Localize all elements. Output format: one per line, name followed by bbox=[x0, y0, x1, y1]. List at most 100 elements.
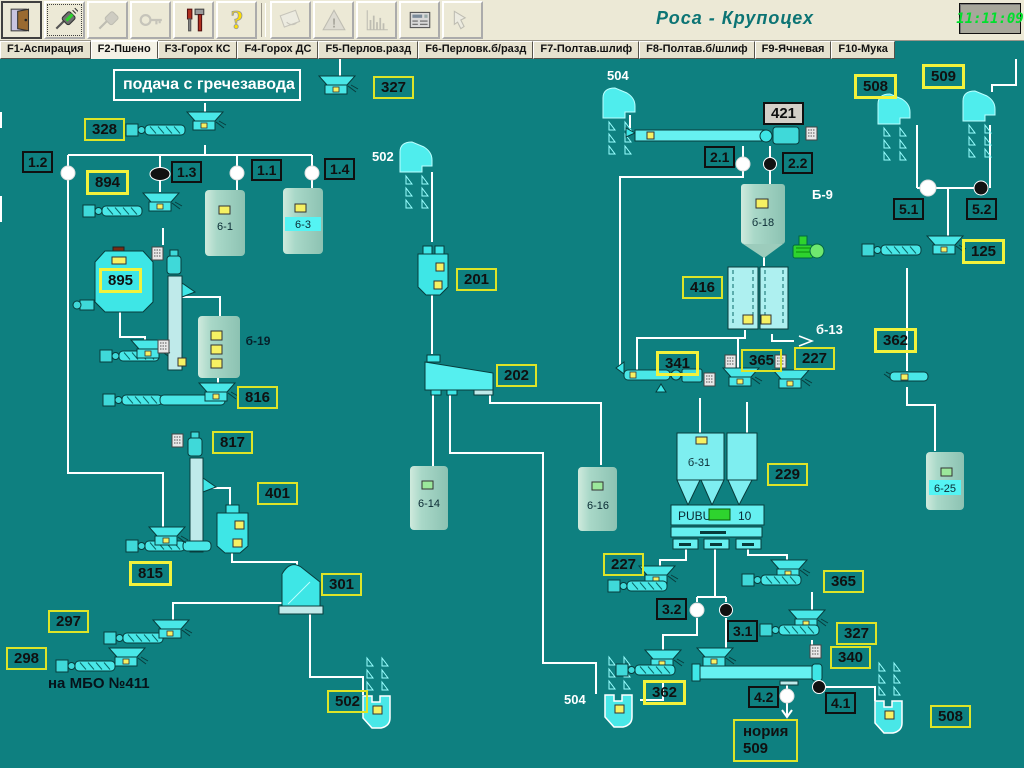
equip-label-202[interactable]: 202 bbox=[496, 364, 537, 387]
tab-f3-goroh-ks[interactable]: F3-Горох КС bbox=[158, 41, 238, 59]
equip-label-365-mid[interactable]: 365 bbox=[741, 349, 782, 372]
screw-conveyor-328[interactable] bbox=[126, 124, 185, 136]
machine-416[interactable] bbox=[728, 267, 788, 329]
equip-label-815[interactable]: 815 bbox=[129, 561, 172, 586]
feeder-298[interactable] bbox=[109, 648, 148, 666]
valve-5-1[interactable] bbox=[920, 180, 936, 196]
noria-502-head[interactable] bbox=[400, 142, 432, 208]
equip-label-328[interactable]: 328 bbox=[84, 118, 125, 141]
tab-f4-goroh-ds[interactable]: F4-Горох ДС bbox=[237, 41, 318, 59]
route-label-2-1[interactable]: 2.1 bbox=[704, 146, 735, 168]
equip-label-229[interactable]: 229 bbox=[767, 463, 808, 486]
disconnect-button[interactable] bbox=[87, 1, 128, 39]
feeder-227-mid[interactable] bbox=[773, 370, 812, 388]
valve-1-1[interactable] bbox=[230, 166, 244, 180]
hopper-816[interactable] bbox=[199, 383, 238, 401]
green-motor[interactable] bbox=[793, 236, 824, 258]
valve-1-4[interactable] bbox=[305, 166, 319, 180]
tab-f10-muka[interactable]: F10-Мука bbox=[831, 41, 895, 59]
bin-6-16[interactable]: 6-16 bbox=[578, 467, 617, 531]
help-button[interactable]: ? bbox=[216, 1, 257, 39]
feeder-297[interactable] bbox=[153, 620, 192, 638]
equip-label-816[interactable]: 816 bbox=[237, 386, 278, 409]
tab-f5-perlov-razd[interactable]: F5-Перлов.разд bbox=[318, 41, 418, 59]
equip-label-895[interactable]: 895 bbox=[99, 268, 142, 293]
screw-conveyor-816[interactable] bbox=[103, 394, 162, 406]
screw-conveyor-362-bot[interactable] bbox=[616, 664, 675, 676]
belt-conveyor-421[interactable] bbox=[626, 127, 817, 144]
valve-1-2[interactable] bbox=[61, 166, 75, 180]
equip-label-297[interactable]: 297 bbox=[48, 610, 89, 633]
valve-1-3[interactable] bbox=[150, 168, 170, 181]
machine-201[interactable] bbox=[418, 246, 448, 295]
screw-conveyor-362-right[interactable] bbox=[884, 372, 928, 381]
route-label-3-1[interactable]: 3.1 bbox=[727, 620, 758, 642]
equip-label-301[interactable]: 301 bbox=[321, 573, 362, 596]
panel-button[interactable] bbox=[399, 1, 440, 39]
equip-label-298[interactable]: 298 bbox=[6, 647, 47, 670]
bin-6-14[interactable]: 6-14 bbox=[410, 466, 448, 530]
noria-508-boot[interactable] bbox=[875, 663, 902, 733]
exit-button[interactable] bbox=[1, 1, 42, 39]
tab-f8-poltav-b-shlif[interactable]: F8-Полтав.б/шлиф bbox=[639, 41, 755, 59]
valve-3-2[interactable] bbox=[690, 603, 704, 617]
route-label-4-2[interactable]: 4.2 bbox=[748, 686, 779, 708]
screw-conveyor-894[interactable] bbox=[83, 205, 142, 217]
bin-b18[interactable]: б-18 bbox=[741, 184, 785, 258]
screw-conveyor-227-bot[interactable] bbox=[608, 580, 667, 592]
route-label-1-4[interactable]: 1.4 bbox=[324, 158, 355, 180]
bin-6-1[interactable]: 6-1 bbox=[205, 190, 245, 256]
equip-label-502-boot[interactable]: 502 bbox=[327, 690, 368, 713]
equip-label-416[interactable]: 416 bbox=[682, 276, 723, 299]
machine-401[interactable] bbox=[217, 505, 248, 553]
equip-label-201[interactable]: 201 bbox=[456, 268, 497, 291]
equip-label-327-top[interactable]: 327 bbox=[373, 76, 414, 99]
bin-b19[interactable]: б-19 bbox=[198, 316, 271, 378]
equip-label-362-bot[interactable]: 362 bbox=[643, 680, 686, 705]
screw-conveyor-125[interactable] bbox=[862, 244, 921, 256]
equip-label-227-mid[interactable]: 227 bbox=[794, 347, 835, 370]
trends-button[interactable] bbox=[356, 1, 397, 39]
valve-4-1[interactable] bbox=[813, 681, 826, 694]
equip-label-340[interactable]: 340 bbox=[830, 646, 871, 669]
valve-2-2[interactable] bbox=[764, 158, 777, 171]
equip-label-508-top[interactable]: 508 bbox=[854, 74, 897, 99]
equip-label-327-bot[interactable]: 327 bbox=[836, 622, 877, 645]
route-label-5-2[interactable]: 5.2 bbox=[966, 198, 997, 220]
route-label-5-1[interactable]: 5.1 bbox=[893, 198, 924, 220]
settings-button[interactable] bbox=[173, 1, 214, 39]
valve-2-1[interactable] bbox=[736, 157, 750, 171]
alarms-button[interactable]: ! bbox=[313, 1, 354, 39]
sieve-202[interactable] bbox=[425, 355, 493, 395]
feeder-328[interactable] bbox=[187, 112, 226, 130]
valve-5-2[interactable] bbox=[974, 181, 988, 195]
equip-label-509-top[interactable]: 509 bbox=[922, 64, 965, 89]
connect-button[interactable] bbox=[44, 1, 85, 39]
belt-conveyor-340[interactable] bbox=[692, 645, 822, 685]
valve-3-1[interactable] bbox=[720, 604, 733, 617]
tab-f9-yachnevaya[interactable]: F9-Ячневая bbox=[755, 41, 832, 59]
equip-label-365-bot[interactable]: 365 bbox=[823, 570, 864, 593]
screw-conveyor-365-bot[interactable] bbox=[742, 574, 801, 586]
equip-label-817[interactable]: 817 bbox=[212, 431, 253, 454]
equip-label-894[interactable]: 894 bbox=[86, 170, 129, 195]
noria-509-label[interactable]: нория 509 bbox=[733, 719, 798, 762]
manual-button[interactable] bbox=[442, 1, 483, 39]
tab-f2-psheno[interactable]: F2-Пшено bbox=[91, 41, 158, 59]
equip-label-421[interactable]: 421 bbox=[763, 102, 804, 125]
feeder-327-top[interactable] bbox=[319, 76, 358, 94]
bin-6-25[interactable]: 6-25 bbox=[926, 452, 964, 510]
bin-6-3[interactable]: 6-3 bbox=[283, 188, 323, 254]
screw-conveyor-298[interactable] bbox=[56, 660, 115, 672]
feeder-125[interactable] bbox=[927, 236, 966, 254]
equip-label-401[interactable]: 401 bbox=[257, 482, 298, 505]
screw-conveyor-297[interactable] bbox=[104, 632, 163, 644]
route-label-1-3[interactable]: 1.3 bbox=[171, 161, 202, 183]
tab-f7-poltav-shlif[interactable]: F7-Полтав.шлиф bbox=[533, 41, 639, 59]
equip-label-362-right[interactable]: 362 bbox=[874, 328, 917, 353]
access-button[interactable] bbox=[130, 1, 171, 39]
pubu-machine[interactable]: б-31 PUBU 10 bbox=[671, 433, 764, 549]
route-label-1-1[interactable]: 1.1 bbox=[251, 159, 282, 181]
route-label-1-2[interactable]: 1.2 bbox=[22, 151, 53, 173]
equip-label-125[interactable]: 125 bbox=[962, 239, 1005, 264]
